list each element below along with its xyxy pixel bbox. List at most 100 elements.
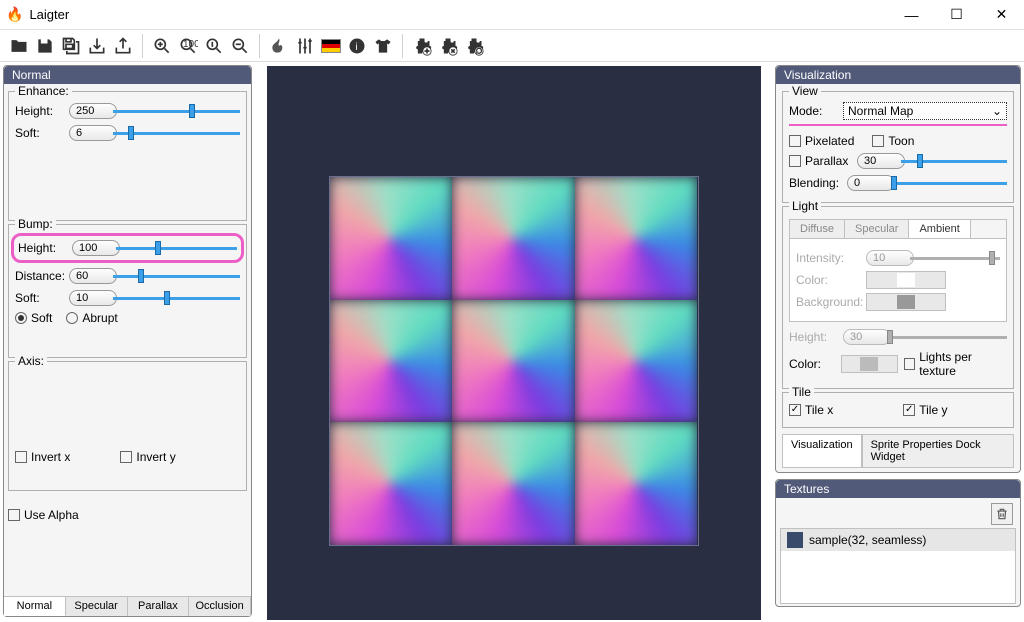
tile-x-checkbox[interactable]: ✓Tile x xyxy=(789,403,833,417)
intensity-slider: 10 xyxy=(866,249,1000,267)
zoom-out-icon[interactable] xyxy=(229,35,251,57)
textures-list[interactable]: sample(32, seamless) xyxy=(780,528,1016,604)
axis-group-label: Axis: xyxy=(15,354,47,368)
light-tab-specular[interactable]: Specular xyxy=(845,220,909,238)
plugin-remove-icon[interactable] xyxy=(437,35,459,57)
zoom-100-icon[interactable]: 100 xyxy=(177,35,199,57)
enhance-group-label: Enhance: xyxy=(15,84,72,98)
bump-soft-slider[interactable]: 10 xyxy=(69,289,240,307)
background-swatch[interactable] xyxy=(866,293,946,311)
enhance-soft-slider[interactable]: 6 xyxy=(69,124,240,142)
save-all-icon[interactable] xyxy=(60,35,82,57)
open-folder-icon[interactable] xyxy=(8,35,30,57)
bump-radio-abrupt-label: Abrupt xyxy=(82,311,117,325)
bump-group-label: Bump: xyxy=(15,217,56,231)
blending-label: Blending: xyxy=(789,176,841,190)
bump-height-label: Height: xyxy=(18,241,66,255)
visualization-panel: Visualization View Mode: Normal Map⌄ Pix… xyxy=(775,65,1021,473)
tab-visualization[interactable]: Visualization xyxy=(782,434,862,468)
invert-x-checkbox[interactable]: Invert x xyxy=(15,450,70,464)
info-icon[interactable]: i xyxy=(346,35,368,57)
parallax-value: 30 xyxy=(857,153,905,169)
textures-panel: Textures sample(32, seamless) xyxy=(775,479,1021,607)
trash-icon xyxy=(995,507,1009,521)
normal-panel: Normal Enhance: Height: 250 Soft: xyxy=(3,65,252,617)
lights-per-texture-checkbox[interactable]: Lights per texture xyxy=(904,350,1007,378)
enhance-height-value: 250 xyxy=(69,103,117,119)
tile-x-label: Tile x xyxy=(805,403,833,417)
maximize-button[interactable]: ☐ xyxy=(934,0,979,30)
zoom-fit-icon[interactable] xyxy=(203,35,225,57)
light-height-value: 30 xyxy=(843,329,891,345)
titlebar: 🔥 Laigter — ☐ ✕ xyxy=(0,0,1024,30)
parallax-label: Parallax xyxy=(805,154,848,168)
bump-group: Bump: Height: 100 Distance: xyxy=(8,224,247,358)
parallax-checkbox[interactable]: Parallax xyxy=(789,154,851,168)
blending-value: 0 xyxy=(847,175,895,191)
tab-sprite-properties[interactable]: Sprite Properties Dock Widget xyxy=(862,434,1014,468)
tile-y-label: Tile y xyxy=(919,403,947,417)
parallax-slider[interactable]: 30 xyxy=(857,152,1007,170)
bump-radio-abrupt[interactable]: Abrupt xyxy=(66,311,117,325)
light-bottom-color-label: Color: xyxy=(789,357,835,371)
toon-checkbox[interactable]: Toon xyxy=(872,134,914,148)
light-color-label: Color: xyxy=(796,273,860,287)
background-label: Background: xyxy=(796,295,860,309)
zoom-in-icon[interactable] xyxy=(151,35,173,57)
tab-normal[interactable]: Normal xyxy=(4,597,66,616)
texture-item[interactable]: sample(32, seamless) xyxy=(781,529,1015,551)
enhance-soft-label: Soft: xyxy=(15,126,63,140)
use-alpha-label: Use Alpha xyxy=(24,508,79,522)
light-color-swatch[interactable] xyxy=(866,271,946,289)
sliders-icon[interactable] xyxy=(294,35,316,57)
blending-slider[interactable]: 0 xyxy=(847,174,1007,192)
delete-texture-button[interactable] xyxy=(991,503,1013,525)
enhance-soft-value: 6 xyxy=(69,125,117,141)
enhance-height-slider[interactable]: 250 xyxy=(69,102,240,120)
close-button[interactable]: ✕ xyxy=(979,0,1024,30)
invert-y-checkbox[interactable]: Invert y xyxy=(120,450,175,464)
use-alpha-checkbox[interactable]: Use Alpha xyxy=(8,508,247,522)
light-bottom-color-swatch[interactable] xyxy=(841,355,898,373)
tile-group-label: Tile xyxy=(789,385,814,399)
import-icon[interactable] xyxy=(86,35,108,57)
language-icon[interactable] xyxy=(320,35,342,57)
export-icon[interactable] xyxy=(112,35,134,57)
tab-parallax[interactable]: Parallax xyxy=(128,597,190,616)
mode-label: Mode: xyxy=(789,104,837,118)
bump-distance-value: 60 xyxy=(69,268,117,284)
tile-y-checkbox[interactable]: ✓Tile y xyxy=(903,403,947,417)
tab-occlusion[interactable]: Occlusion xyxy=(189,597,251,616)
preview-viewport[interactable] xyxy=(267,66,761,620)
texture-thumb xyxy=(787,532,803,548)
plugin-reload-icon[interactable] xyxy=(463,35,485,57)
bump-radio-soft[interactable]: Soft xyxy=(15,311,52,325)
mode-value: Normal Map xyxy=(848,104,913,118)
fire-icon[interactable] xyxy=(268,35,290,57)
mode-dropdown[interactable]: Normal Map⌄ xyxy=(843,102,1007,120)
intensity-label: Intensity: xyxy=(796,251,860,265)
window-title: Laigter xyxy=(29,7,889,22)
mode-highlight xyxy=(789,124,1007,126)
save-icon[interactable] xyxy=(34,35,56,57)
minimize-button[interactable]: — xyxy=(889,0,934,30)
pixelated-label: Pixelated xyxy=(805,134,854,148)
bump-soft-value: 10 xyxy=(69,290,117,306)
bump-height-slider[interactable]: 100 xyxy=(72,239,237,257)
bump-soft-label: Soft: xyxy=(15,291,63,305)
app-icon: 🔥 xyxy=(6,6,23,23)
enhance-group: Enhance: Height: 250 Soft: 6 xyxy=(8,91,247,221)
enhance-height-label: Height: xyxy=(15,104,63,118)
pixelated-checkbox[interactable]: Pixelated xyxy=(789,134,854,148)
shirt-icon[interactable] xyxy=(372,35,394,57)
plugin-add-icon[interactable] xyxy=(411,35,433,57)
light-tab-diffuse[interactable]: Diffuse xyxy=(790,220,845,238)
tile-group: Tile ✓Tile x ✓Tile y xyxy=(782,392,1014,428)
invert-y-label: Invert y xyxy=(136,450,175,464)
toon-label: Toon xyxy=(888,134,914,148)
bump-distance-slider[interactable]: 60 xyxy=(69,267,240,285)
preview-tile-grid xyxy=(329,176,699,546)
light-height-slider: 30 xyxy=(843,328,1007,346)
tab-specular[interactable]: Specular xyxy=(66,597,128,616)
light-tab-ambient[interactable]: Ambient xyxy=(909,220,970,238)
